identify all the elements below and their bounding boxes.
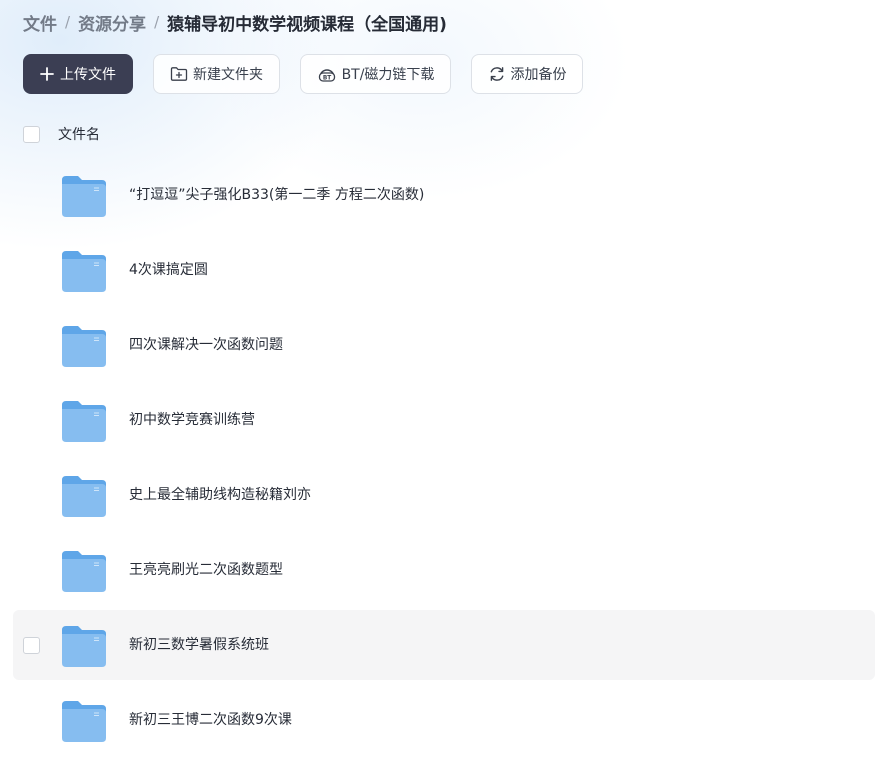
breadcrumb-separator: / <box>154 13 160 31</box>
file-name[interactable]: 4次课搞定圆 <box>129 235 208 305</box>
new-folder-button-label: 新建文件夹 <box>193 67 263 83</box>
file-row[interactable]: 新初三王博二次函数9次课 <box>13 685 875 755</box>
plus-icon <box>40 67 54 81</box>
file-row[interactable]: 4次课搞定圆 <box>13 235 875 305</box>
svg-text:BT: BT <box>322 75 330 81</box>
add-backup-button-label: 添加备份 <box>510 67 567 83</box>
add-backup-button[interactable]: 添加备份 <box>471 54 583 94</box>
breadcrumb: 文件 / 资源分享 / 猿辅导初中数学视频课程（全国通用) <box>23 8 447 36</box>
folder-icon <box>62 476 106 517</box>
file-name[interactable]: 新初三数学暑假系统班 <box>129 610 269 680</box>
folder-icon <box>62 551 106 592</box>
sync-icon <box>490 67 503 81</box>
breadcrumb-current: 猿辅导初中数学视频课程（全国通用) <box>167 14 447 35</box>
folder-icon <box>62 251 106 292</box>
bt-download-button[interactable]: BT BT/磁力链下载 <box>300 54 451 94</box>
column-header-filename[interactable]: 文件名 <box>58 124 100 144</box>
row-checkbox[interactable] <box>23 637 40 654</box>
file-row[interactable]: 王亮亮刷光二次函数题型 <box>13 535 875 605</box>
file-name[interactable]: 四次课解决一次函数问题 <box>129 310 283 380</box>
file-name[interactable]: 新初三王博二次函数9次课 <box>129 685 292 755</box>
file-name[interactable]: 初中数学竞赛训练营 <box>129 385 255 455</box>
folder-icon <box>62 176 106 217</box>
file-list: “打逗逗”尖子强化B33(第一二季 方程二次函数) 4次课搞定圆 四次课解决一次… <box>13 160 875 760</box>
folder-icon <box>62 401 106 442</box>
select-all-checkbox[interactable] <box>23 125 40 143</box>
breadcrumb-parent[interactable]: 资源分享 <box>78 10 146 35</box>
bt-icon: BT <box>318 69 335 82</box>
folder-icon <box>62 701 106 742</box>
file-name[interactable]: “打逗逗”尖子强化B33(第一二季 方程二次函数) <box>129 160 424 230</box>
file-row[interactable]: 新初三数学暑假系统班 <box>13 610 875 680</box>
breadcrumb-separator: / <box>65 13 71 31</box>
file-row[interactable]: “打逗逗”尖子强化B33(第一二季 方程二次函数) <box>13 160 875 230</box>
file-name[interactable]: 王亮亮刷光二次函数题型 <box>129 535 283 605</box>
folder-icon <box>62 326 106 367</box>
new-folder-button[interactable]: 新建文件夹 <box>153 54 280 94</box>
folder-icon <box>62 626 106 667</box>
upload-button[interactable]: 上传文件 <box>23 54 133 94</box>
bt-download-button-label: BT/磁力链下载 <box>341 67 435 83</box>
upload-button-label: 上传文件 <box>60 67 116 83</box>
toolbar: 上传文件 新建文件夹 BT BT/磁力链下载 添加备份 <box>23 54 583 94</box>
list-header: 文件名 <box>23 122 100 146</box>
file-row[interactable]: 四次课解决一次函数问题 <box>13 310 875 380</box>
file-row[interactable]: 史上最全辅助线构造秘籍刘亦 <box>13 460 875 530</box>
breadcrumb-root[interactable]: 文件 <box>23 10 57 35</box>
folder-plus-icon <box>170 67 188 81</box>
file-name[interactable]: 史上最全辅助线构造秘籍刘亦 <box>129 460 311 530</box>
file-row[interactable]: 初中数学竞赛训练营 <box>13 385 875 455</box>
